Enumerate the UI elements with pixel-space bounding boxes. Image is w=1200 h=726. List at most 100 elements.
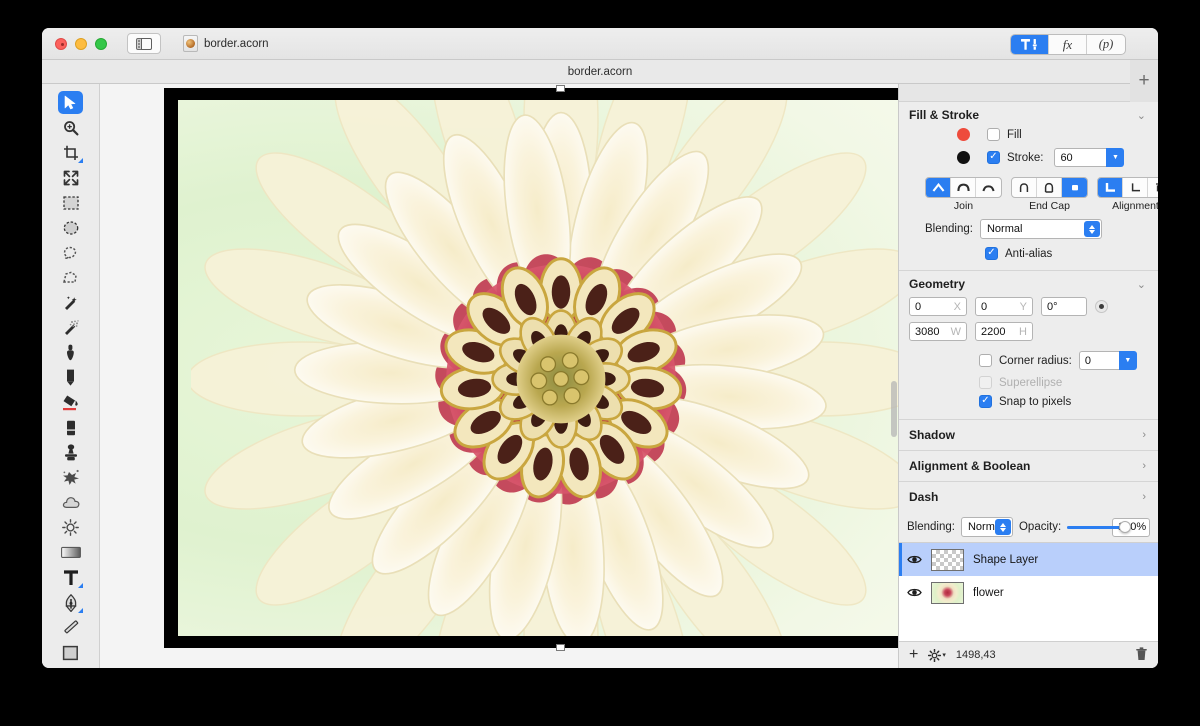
stroke-width-combo[interactable]: 60 ▼ bbox=[1054, 148, 1125, 167]
stroke-width-dropdown-button[interactable]: ▼ bbox=[1106, 148, 1125, 167]
geometry-y-field[interactable]: 0 Y bbox=[975, 297, 1033, 316]
move-tool[interactable] bbox=[58, 91, 83, 114]
layer-options-button[interactable]: ▾ bbox=[928, 648, 946, 662]
shadow-section[interactable]: Shadow › bbox=[899, 419, 1158, 451]
chevron-right-icon[interactable]: › bbox=[1142, 491, 1146, 503]
geometry-rotation-field[interactable]: 0° bbox=[1041, 297, 1087, 316]
layer-row-flower[interactable]: flower bbox=[899, 576, 1158, 609]
canvas-area[interactable] bbox=[100, 84, 898, 668]
paint-bucket-tool[interactable] bbox=[56, 390, 85, 415]
stroke-blending-select[interactable]: Normal bbox=[979, 219, 1102, 239]
alignment-boolean-section[interactable]: Alignment & Boolean › bbox=[899, 451, 1158, 482]
corner-radius-dropdown-button[interactable]: ▼ bbox=[1118, 351, 1137, 370]
tab-inspector-tools[interactable] bbox=[1011, 35, 1049, 54]
stroke-checkbox[interactable] bbox=[987, 151, 1000, 164]
document-proxy[interactable]: border.acorn bbox=[183, 35, 269, 52]
document-tab-title[interactable]: border.acorn bbox=[568, 66, 633, 78]
endcap-button-group[interactable] bbox=[1011, 177, 1088, 198]
tab-presets[interactable]: (p) bbox=[1087, 35, 1125, 54]
clone-stamp-tool[interactable] bbox=[56, 440, 85, 465]
dodge-burn-tool[interactable] bbox=[56, 515, 85, 540]
magic-wand-tool[interactable] bbox=[56, 290, 85, 315]
alignment-inside-button[interactable] bbox=[1098, 178, 1123, 197]
fill-checkbox[interactable] bbox=[987, 128, 1000, 141]
chevron-down-icon[interactable]: ⌄ bbox=[1137, 278, 1146, 291]
ellipse-select-tool[interactable] bbox=[56, 215, 85, 240]
pencil-tool[interactable] bbox=[56, 365, 85, 390]
bezier-pen-tool[interactable] bbox=[56, 590, 85, 615]
crop-tool[interactable] bbox=[56, 140, 85, 165]
fill-color-swatch[interactable] bbox=[957, 128, 970, 141]
join-bevel-button[interactable] bbox=[976, 178, 1001, 197]
artboard[interactable] bbox=[164, 85, 898, 651]
text-tool[interactable] bbox=[56, 565, 85, 590]
line-tool[interactable] bbox=[56, 615, 85, 640]
layer-visibility-icon[interactable] bbox=[907, 587, 922, 598]
alignment-center-button[interactable] bbox=[1123, 178, 1148, 197]
canvas-vertical-scrollbar[interactable] bbox=[891, 86, 897, 666]
smudge-tool[interactable] bbox=[56, 465, 85, 490]
selection-handle-top[interactable] bbox=[556, 85, 565, 92]
ellipse-shape-tool[interactable] bbox=[56, 665, 85, 668]
tab-filters[interactable]: fx bbox=[1049, 35, 1087, 54]
inspector-segment-control[interactable]: fx (p) bbox=[1010, 34, 1126, 55]
magnifier-icon bbox=[63, 120, 78, 135]
layer-visibility-icon[interactable] bbox=[907, 554, 922, 565]
blur-tool[interactable] bbox=[56, 490, 85, 515]
chevron-down-icon[interactable]: ⌄ bbox=[1137, 109, 1146, 122]
endcap-butt-button[interactable] bbox=[1012, 178, 1037, 197]
stroke-color-swatch[interactable] bbox=[957, 151, 970, 164]
alignment-outside-button[interactable] bbox=[1148, 178, 1158, 197]
eyedropper-icon bbox=[67, 344, 74, 361]
select-stepper-arrows-icon[interactable] bbox=[994, 519, 1011, 535]
opacity-slider[interactable] bbox=[1067, 520, 1132, 533]
rectangle-shape-tool[interactable] bbox=[56, 640, 85, 665]
polygon-lasso-tool[interactable] bbox=[56, 265, 85, 290]
chevron-right-icon[interactable]: › bbox=[1142, 429, 1146, 441]
transform-tool[interactable] bbox=[56, 165, 85, 190]
layer-blending-select[interactable]: Normal bbox=[960, 517, 1013, 537]
rotation-anchor-icon[interactable] bbox=[1095, 300, 1108, 313]
eraser-tool[interactable] bbox=[56, 415, 85, 440]
endcap-square-button[interactable] bbox=[1062, 178, 1087, 197]
add-inspector-tab-button[interactable]: + bbox=[1130, 60, 1158, 102]
cursor-coordinates: 1498,43 bbox=[955, 649, 996, 661]
selection-handle-bottom[interactable] bbox=[556, 644, 565, 651]
join-round-button[interactable] bbox=[951, 178, 976, 197]
join-button-group[interactable] bbox=[925, 177, 1002, 198]
chevron-right-icon[interactable]: › bbox=[1142, 460, 1146, 472]
snap-to-pixels-checkbox[interactable] bbox=[979, 395, 992, 408]
geometry-height-field[interactable]: 2200 H bbox=[975, 322, 1033, 341]
zoom-tool[interactable] bbox=[56, 115, 85, 140]
geometry-section-header[interactable]: Geometry ⌄ bbox=[899, 271, 1158, 295]
stroke-width-input[interactable]: 60 bbox=[1054, 148, 1107, 167]
instant-alpha-tool[interactable] bbox=[56, 315, 85, 340]
gradient-tool[interactable] bbox=[56, 540, 85, 565]
magic-wand-icon bbox=[65, 295, 77, 310]
layer-row-shape-layer[interactable]: Shape Layer bbox=[899, 543, 1158, 576]
fill-stroke-section-header[interactable]: Fill & Stroke ⌄ bbox=[899, 102, 1158, 126]
delete-layer-button[interactable] bbox=[1135, 646, 1148, 664]
layer-name[interactable]: flower bbox=[973, 587, 1004, 599]
corner-radius-input[interactable]: 0 bbox=[1078, 351, 1119, 370]
zoom-button[interactable] bbox=[95, 37, 107, 50]
sidebar-toggle-button[interactable] bbox=[127, 33, 161, 54]
layer-name[interactable]: Shape Layer bbox=[973, 554, 1038, 566]
geometry-width-field[interactable]: 3080 W bbox=[909, 322, 967, 341]
endcap-round-button[interactable] bbox=[1037, 178, 1062, 197]
layers-list[interactable]: Shape Layer flower bbox=[899, 543, 1158, 641]
corner-radius-checkbox[interactable] bbox=[979, 354, 992, 367]
geometry-x-field[interactable]: 0 X bbox=[909, 297, 967, 316]
close-button[interactable] bbox=[55, 37, 67, 50]
rect-select-tool[interactable] bbox=[56, 190, 85, 215]
alignment-button-group[interactable] bbox=[1097, 177, 1158, 198]
join-miter-button[interactable] bbox=[926, 178, 951, 197]
corner-radius-combo[interactable]: 0 ▼ bbox=[1078, 351, 1137, 370]
anti-alias-checkbox[interactable] bbox=[985, 247, 998, 260]
eyedropper-tool[interactable] bbox=[56, 340, 85, 365]
dash-section[interactable]: Dash › bbox=[899, 482, 1158, 512]
lasso-tool[interactable] bbox=[56, 240, 85, 265]
add-layer-button[interactable]: + bbox=[909, 647, 918, 663]
select-stepper-arrows-icon[interactable] bbox=[1083, 221, 1100, 237]
minimize-button[interactable] bbox=[75, 37, 87, 50]
